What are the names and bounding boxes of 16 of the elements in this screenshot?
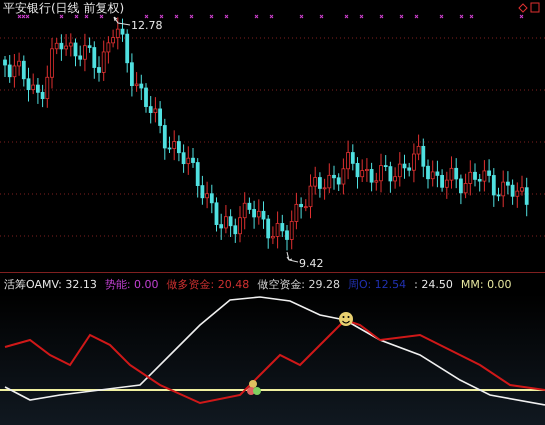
indicator-reading: : 24.50	[414, 278, 453, 290]
indicator-reading: 势能: 0.00	[104, 276, 159, 292]
indicator-reading: 活筹OAMV: 32.13	[4, 276, 97, 292]
indicator-reading: 做空资金: 29.28	[257, 276, 340, 292]
indicator-reading: 周O: 12.54	[348, 276, 406, 292]
stock-title: 平安银行(日线 前复权)	[3, 1, 124, 15]
leader-line	[286, 252, 298, 262]
low-price-label: 9.42	[299, 257, 324, 270]
smiley-icon	[339, 312, 353, 326]
signal-dots-icon	[247, 380, 261, 395]
indicator-reading: MM: 0.00	[460, 278, 512, 290]
high-price-label: 12.78	[131, 19, 162, 32]
indicator-reading: 做多资金: 20.48	[166, 276, 250, 292]
leader-line	[114, 16, 130, 26]
diamond-icon	[518, 3, 528, 13]
square-icon	[530, 2, 540, 12]
